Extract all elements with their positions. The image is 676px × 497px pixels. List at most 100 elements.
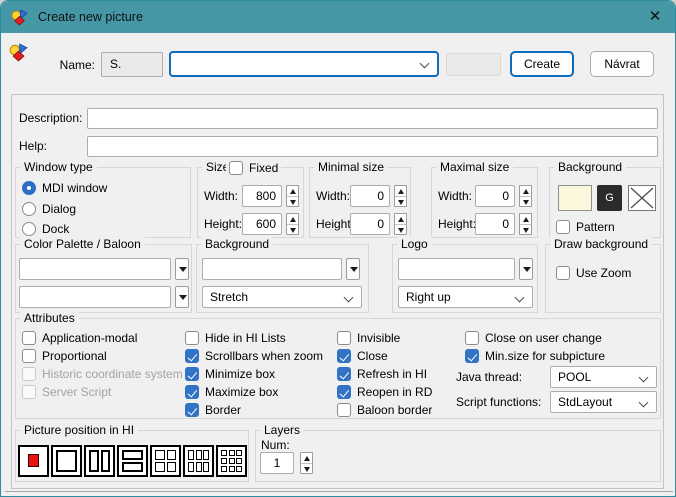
checkbox-close[interactable]: Close: [337, 348, 388, 364]
checkbox-checked-icon: [185, 367, 199, 381]
max-height-spinner[interactable]: [519, 213, 532, 235]
help-input[interactable]: [87, 136, 658, 157]
checkbox-refresh-in-hi[interactable]: Refresh in HI: [337, 366, 427, 382]
logo-group-label: Logo: [397, 237, 432, 252]
java-thread-combobox[interactable]: POOL: [550, 366, 657, 388]
radio-dialog[interactable]: Dialog: [22, 201, 76, 217]
num-spinner[interactable]: [300, 452, 313, 474]
checkbox-application-modal[interactable]: Application-modal: [22, 330, 137, 346]
app-logo-icon: [11, 9, 28, 26]
checkbox-icon: [337, 403, 351, 417]
checkbox-checked-icon: [337, 367, 351, 381]
checkbox-checked-icon: [185, 403, 199, 417]
attributes-group-label: Attributes: [20, 311, 79, 326]
pane-icon: [122, 450, 143, 460]
panel-shadow-line: [5, 491, 673, 492]
spin-down-icon: [304, 467, 310, 472]
num-input[interactable]: 1: [260, 452, 294, 474]
chevron-down-icon: [639, 398, 649, 408]
min-width-input[interactable]: 0: [350, 185, 390, 207]
radio-dock[interactable]: Dock: [22, 221, 69, 237]
background-color-swatch-button[interactable]: [558, 185, 592, 211]
width-spinner[interactable]: [286, 185, 299, 207]
close-icon[interactable]: ✕: [637, 1, 673, 33]
palette-input[interactable]: [19, 258, 171, 280]
checkbox-border[interactable]: Border: [185, 402, 241, 418]
checkbox-reopen-in-rd[interactable]: Reopen in RD: [337, 384, 432, 400]
checkbox-minimize-box[interactable]: Minimize box: [185, 366, 275, 382]
spin-up-icon: [523, 189, 529, 194]
radio-mdi-window[interactable]: MDI window: [22, 180, 107, 196]
description-input[interactable]: [87, 108, 658, 129]
checkbox-proportional[interactable]: Proportional: [22, 348, 107, 364]
checkbox-maximize-box[interactable]: Maximize box: [185, 384, 278, 400]
min-height-input[interactable]: 0: [350, 213, 390, 235]
size-group: Size Fixed Width: 800 Height: 600: [197, 167, 304, 238]
checkbox-pattern[interactable]: Pattern: [556, 219, 615, 235]
min-width-spinner[interactable]: [394, 185, 407, 207]
position-2x2-button[interactable]: [150, 445, 181, 477]
checkbox-close-on-user-change[interactable]: Close on user change: [465, 330, 602, 346]
max-width-input[interactable]: 0: [475, 185, 515, 207]
pane-icon: [167, 462, 177, 472]
titlebar[interactable]: Create new picture ✕: [1, 1, 675, 33]
picture-position-group-label: Picture position in HI: [20, 423, 138, 438]
position-3x3-button[interactable]: [216, 445, 247, 477]
logo-position-combobox[interactable]: Right up: [398, 286, 533, 308]
background-color-group: Background G Pattern: [549, 167, 661, 238]
background-mode-combobox[interactable]: Stretch: [202, 286, 362, 308]
pane-icon: [221, 458, 227, 464]
checkbox-invisible[interactable]: Invisible: [337, 330, 400, 346]
radio-selected-icon: [22, 181, 36, 195]
name-label: Name:: [57, 57, 95, 73]
min-height-spinner[interactable]: [394, 213, 407, 235]
java-thread-label: Java thread:: [456, 369, 522, 385]
radio-icon: [22, 222, 36, 236]
return-button[interactable]: Návrat: [590, 51, 654, 77]
script-functions-combobox[interactable]: StdLayout: [550, 391, 657, 413]
create-button[interactable]: Create: [510, 51, 574, 77]
checkbox-server-script: Server Script: [22, 384, 111, 400]
checkbox-icon: [465, 331, 479, 345]
background-image-dropdown-button[interactable]: [346, 258, 360, 280]
chevron-down-icon: [639, 373, 649, 383]
position-two-rows-button[interactable]: [117, 445, 148, 477]
baloon-input[interactable]: [19, 286, 171, 308]
minimal-size-group-label: Minimal size: [314, 160, 388, 175]
spin-down-icon: [290, 228, 296, 233]
checkbox-min-size-for-subpicture[interactable]: Min.size for subpicture: [465, 348, 605, 364]
checkbox-fixed[interactable]: Fixed: [226, 160, 281, 176]
baloon-dropdown-button[interactable]: [175, 286, 189, 308]
checkbox-scrollbars-when-zoom[interactable]: Scrollbars when zoom: [185, 348, 323, 364]
position-anywhere-button[interactable]: [18, 445, 49, 477]
height-input[interactable]: 600: [242, 213, 282, 235]
radio-label: Dialog: [42, 202, 76, 216]
position-two-columns-button[interactable]: [84, 445, 115, 477]
max-height-input[interactable]: 0: [475, 213, 515, 235]
spin-down-icon: [523, 200, 529, 205]
window-title: Create new picture: [38, 1, 143, 33]
logo-dropdown-button[interactable]: [519, 258, 533, 280]
width-input[interactable]: 800: [242, 185, 282, 207]
checkbox-icon: [556, 266, 570, 280]
position-3x2-button[interactable]: [183, 445, 214, 477]
palette-dropdown-button[interactable]: [175, 258, 189, 280]
checkbox-use-zoom[interactable]: Use Zoom: [556, 265, 631, 281]
checkbox-icon: [22, 367, 36, 381]
no-color-button[interactable]: [628, 185, 656, 211]
height-spinner[interactable]: [286, 213, 299, 235]
checkbox-baloon-border[interactable]: Baloon border: [337, 402, 432, 418]
pane-icon: [236, 466, 242, 472]
color-palette-group-label: Color Palette / Baloon: [20, 237, 145, 252]
background-image-input[interactable]: [202, 258, 342, 280]
position-full-button[interactable]: [51, 445, 82, 477]
spin-up-icon: [523, 217, 529, 222]
logo-input[interactable]: [398, 258, 515, 280]
gradient-button[interactable]: G: [597, 185, 622, 211]
checkbox-hide-in-hi-lists[interactable]: Hide in HI Lists: [185, 330, 286, 346]
checkbox-icon: [22, 331, 36, 345]
help-label: Help:: [19, 138, 47, 154]
pane-icon: [188, 462, 194, 472]
name-combobox[interactable]: [169, 51, 439, 77]
max-width-spinner[interactable]: [519, 185, 532, 207]
